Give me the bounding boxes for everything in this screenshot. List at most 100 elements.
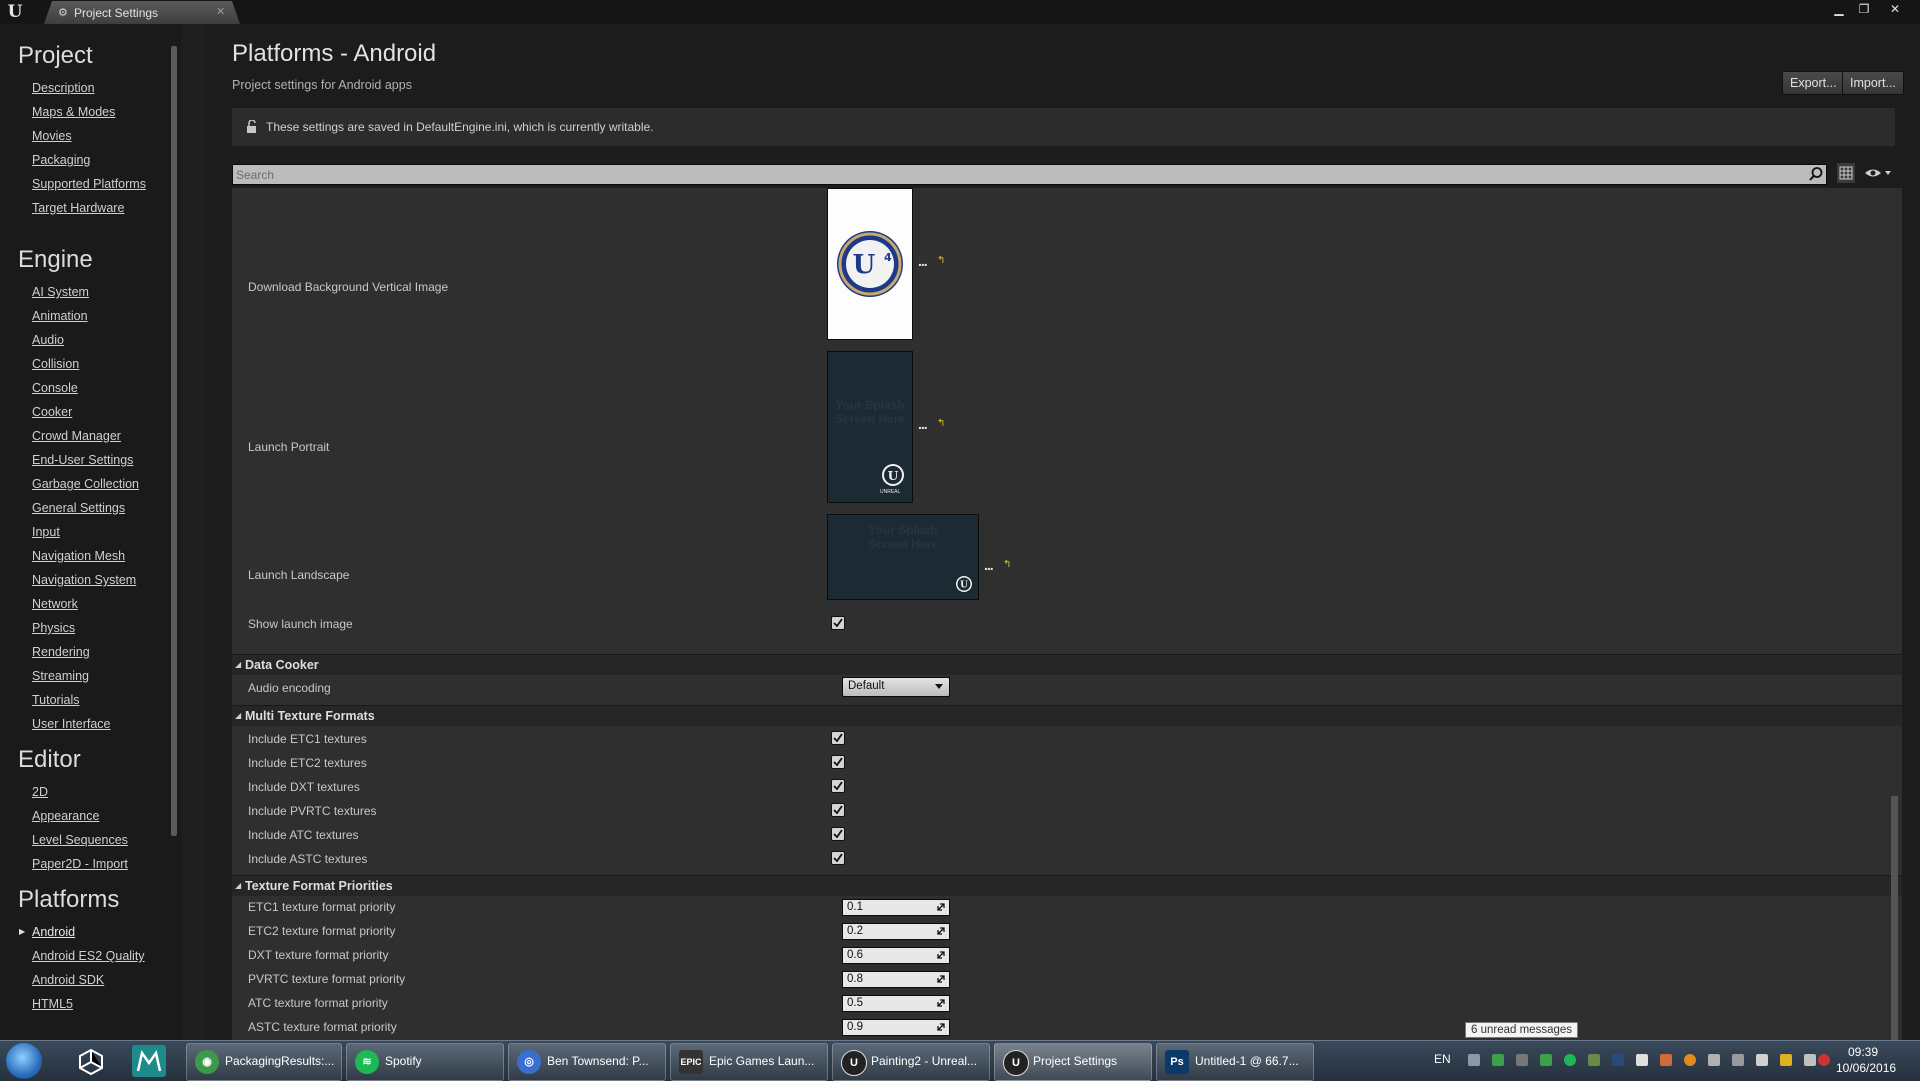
tray-network-icon[interactable]	[1492, 1054, 1504, 1066]
sidebar-item-supported-platforms[interactable]: Supported Platforms	[32, 174, 146, 198]
include-pvrtc-checkbox[interactable]	[831, 803, 845, 817]
search-icon[interactable]	[1808, 166, 1824, 182]
sidebar-item-animation[interactable]: Animation	[32, 306, 139, 330]
sidebar-item-user-interface[interactable]: User Interface	[32, 714, 139, 738]
details-scrollbar[interactable]	[1891, 796, 1898, 1041]
resize-spin-icon[interactable]	[936, 998, 946, 1008]
download-bg-thumbnail[interactable]: U 4	[827, 188, 913, 340]
atc-priority-field[interactable]: 0.5	[842, 995, 950, 1012]
sidebar-item-garbage-collection[interactable]: Garbage Collection	[32, 474, 139, 498]
sidebar-item-android-es2-quality[interactable]: Android ES2 Quality	[32, 946, 145, 970]
tray-app-icon[interactable]	[1588, 1054, 1600, 1066]
sidebar-item-physics[interactable]: Physics	[32, 618, 139, 642]
sidebar-item-movies[interactable]: Movies	[32, 126, 146, 150]
sidebar-item-streaming[interactable]: Streaming	[32, 666, 139, 690]
sidebar-item-network[interactable]: Network	[32, 594, 139, 618]
taskbar-app-chrome[interactable]: ◉ PackagingResults:...	[186, 1043, 342, 1081]
taskbar-app-spotify[interactable]: ≋ Spotify	[346, 1043, 504, 1081]
tray-mute-icon[interactable]	[1818, 1054, 1830, 1066]
audio-encoding-dropdown[interactable]: Default	[842, 677, 950, 697]
minimize-button[interactable]: ▁	[1828, 1, 1850, 17]
unity-pinned-icon[interactable]	[74, 1045, 108, 1077]
sidebar-item-console[interactable]: Console	[32, 378, 139, 402]
tray-shield-icon[interactable]	[1708, 1054, 1720, 1066]
sidebar-item-cooker[interactable]: Cooker	[32, 402, 139, 426]
tray-spotify-icon[interactable]	[1564, 1054, 1576, 1066]
clock-date[interactable]: 10/06/2016	[1836, 1061, 1896, 1075]
category-multi-texture-formats[interactable]: ◢ Multi Texture Formats	[232, 705, 1902, 726]
tray-battery-icon[interactable]	[1756, 1054, 1768, 1066]
taskbar-app-project-settings[interactable]: U Project Settings	[994, 1043, 1152, 1081]
tray-bluetooth-icon[interactable]	[1612, 1054, 1624, 1066]
import-button[interactable]: Import...	[1842, 71, 1904, 95]
browse-ellipsis-button[interactable]: ...	[984, 557, 994, 573]
category-texture-format-priorities[interactable]: ◢ Texture Format Priorities	[232, 875, 1902, 896]
view-options-grid-icon[interactable]	[1837, 163, 1855, 183]
browse-ellipsis-button[interactable]: ...	[918, 253, 928, 269]
sidebar-item-collision[interactable]: Collision	[32, 354, 139, 378]
resize-spin-icon[interactable]	[936, 902, 946, 912]
close-button[interactable]: ✕	[1884, 1, 1906, 17]
tray-settings-icon[interactable]	[1468, 1054, 1480, 1066]
sidebar-item-ai-system[interactable]: AI System	[32, 282, 139, 306]
browse-ellipsis-button[interactable]: ...	[918, 416, 928, 432]
resize-spin-icon[interactable]	[936, 950, 946, 960]
resize-spin-icon[interactable]	[936, 926, 946, 936]
etc2-priority-field[interactable]: 0.2	[842, 923, 950, 940]
sidebar-item-paper2d-import[interactable]: Paper2D - Import	[32, 854, 128, 878]
reset-to-default-icon[interactable]: ↰	[937, 255, 945, 266]
include-dxt-checkbox[interactable]	[831, 779, 845, 793]
sidebar-item-general-settings[interactable]: General Settings	[32, 498, 139, 522]
include-etc1-checkbox[interactable]	[831, 731, 845, 745]
collapse-triangle-icon[interactable]: ◢	[235, 711, 241, 720]
taskbar-app-epic-launcher[interactable]: EPIC Epic Games Laun...	[670, 1043, 828, 1081]
tray-speaker-icon[interactable]	[1804, 1054, 1816, 1066]
sidebar-item-rendering[interactable]: Rendering	[32, 642, 139, 666]
collapse-triangle-icon[interactable]: ◢	[235, 660, 241, 669]
launch-landscape-thumbnail[interactable]: Your Splash Screen Here U	[827, 514, 979, 600]
category-data-cooker[interactable]: ◢ Data Cooker	[232, 654, 1902, 675]
sidebar-item-end-user-settings[interactable]: End-User Settings	[32, 450, 139, 474]
taskbar-app-unreal-painting[interactable]: U Painting2 - Unreal...	[832, 1043, 990, 1081]
sidebar-item-2d[interactable]: 2D	[32, 782, 128, 806]
sidebar-item-navigation-mesh[interactable]: Navigation Mesh	[32, 546, 139, 570]
sidebar-item-android[interactable]: Android	[19, 922, 145, 946]
sidebar-item-input[interactable]: Input	[32, 522, 139, 546]
start-button[interactable]	[6, 1043, 42, 1079]
tray-chat-icon[interactable]	[1636, 1054, 1648, 1066]
sidebar-item-description[interactable]: Description	[32, 78, 146, 102]
sidebar-item-tutorials[interactable]: Tutorials	[32, 690, 139, 714]
resize-spin-icon[interactable]	[936, 974, 946, 984]
sidebar-item-appearance[interactable]: Appearance	[32, 806, 128, 830]
show-launch-image-checkbox[interactable]	[831, 616, 845, 630]
sidebar-scrollbar[interactable]	[171, 46, 177, 836]
taskbar-app-browser[interactable]: ◎ Ben Townsend: P...	[508, 1043, 666, 1081]
maya-pinned-icon[interactable]	[132, 1045, 166, 1077]
tray-flame-icon[interactable]	[1684, 1054, 1696, 1066]
sidebar-item-level-sequences[interactable]: Level Sequences	[32, 830, 128, 854]
etc1-priority-field[interactable]: 0.1	[842, 899, 950, 916]
unreal-logo-icon[interactable]: U	[4, 2, 26, 22]
resize-spin-icon[interactable]	[936, 1022, 946, 1032]
sidebar-item-android-sdk[interactable]: Android SDK	[32, 970, 145, 994]
pvrtc-priority-field[interactable]: 0.8	[842, 971, 950, 988]
tab-close-icon[interactable]: ✕	[216, 5, 225, 18]
sidebar-item-html5[interactable]: HTML5	[32, 994, 145, 1018]
tray-flag-icon[interactable]	[1780, 1054, 1792, 1066]
language-indicator[interactable]: EN	[1434, 1052, 1451, 1066]
visibility-eye-icon[interactable]	[1863, 164, 1893, 182]
sidebar-item-packaging[interactable]: Packaging	[32, 150, 146, 174]
include-etc2-checkbox[interactable]	[831, 755, 845, 769]
tray-drive-icon[interactable]	[1732, 1054, 1744, 1066]
dxt-priority-field[interactable]: 0.6	[842, 947, 950, 964]
tray-epic-icon[interactable]	[1516, 1054, 1528, 1066]
tab-project-settings[interactable]: ⚙ Project Settings ✕	[44, 1, 240, 24]
collapse-triangle-icon[interactable]: ◢	[235, 881, 241, 890]
reset-to-default-icon[interactable]: ↰	[937, 418, 945, 429]
taskbar-app-photoshop[interactable]: Ps Untitled-1 @ 66.7...	[1156, 1043, 1314, 1081]
maximize-button[interactable]: ❐	[1853, 1, 1875, 17]
sidebar-item-maps-modes[interactable]: Maps & Modes	[32, 102, 146, 126]
tray-update-icon[interactable]	[1660, 1054, 1672, 1066]
sidebar-item-navigation-system[interactable]: Navigation System	[32, 570, 139, 594]
sidebar-item-crowd-manager[interactable]: Crowd Manager	[32, 426, 139, 450]
